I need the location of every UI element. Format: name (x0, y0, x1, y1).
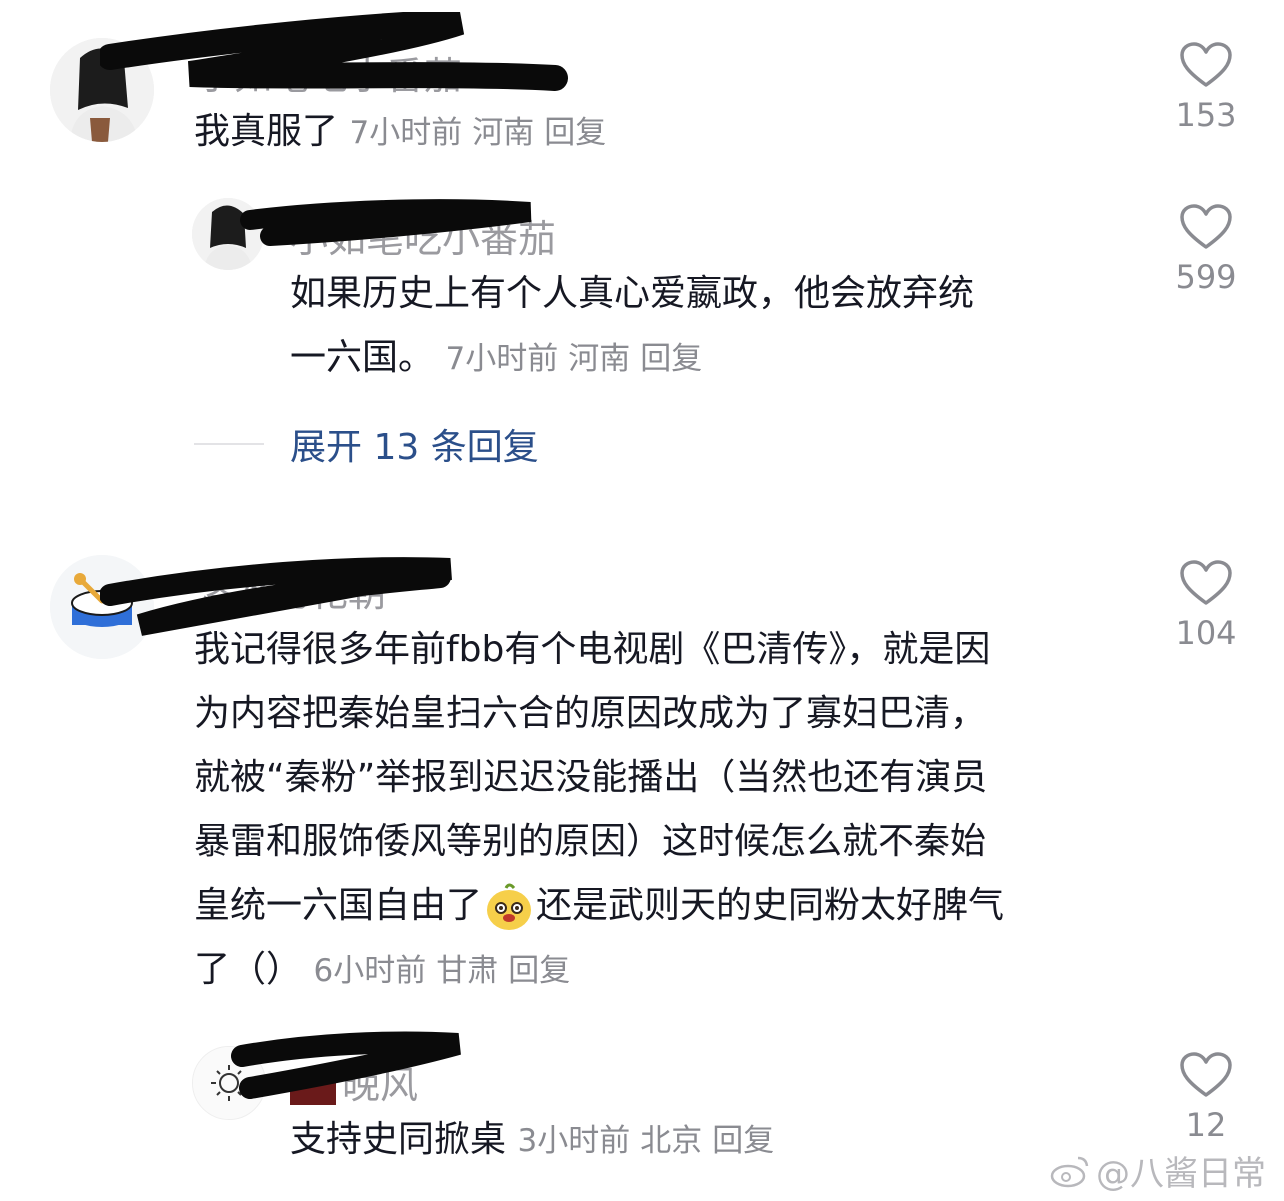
comment-text-line: 暴雷和服饰倭风等别的原因）这时候怎么就不秦始 (194, 821, 987, 862)
comment-text-line: 了（） (194, 949, 303, 990)
heart-outline-icon (1180, 204, 1232, 249)
comment-location: 河南 (472, 115, 535, 151)
like-count: 104 (1175, 614, 1237, 652)
comment-text-line: 如果历史上有个人真心爱嬴政，他会放弃统 (290, 273, 975, 314)
comment-location: 河南 (568, 341, 631, 377)
comment-text-line: 我记得很多年前fbb有个电视剧《巴清传》，就是因 (194, 629, 991, 670)
like-button[interactable]: 599 (1156, 204, 1256, 296)
comment-text-line: 为内容把秦始皇扫六合的原因改成为了寡妇巴清， (194, 693, 987, 734)
comment-text-fragment: 皇统一六国自由了 (194, 885, 483, 926)
comment-text-row: 一六国。 7小时前 河南 回复 (290, 326, 1110, 391)
redaction-scribble (231, 1031, 461, 1099)
fox-face-emoji-icon (487, 883, 532, 930)
comment-text-row: 了（） 6小时前 甘肃 回复 (194, 938, 1154, 1003)
comment-time: 7小时前 (349, 115, 463, 151)
comment-time: 3小时前 (517, 1123, 631, 1159)
heart-outline-icon (1180, 1052, 1232, 1097)
comment-text-line: 就被“秦粉”举报到迟迟没能播出（当然也还有演员 (194, 757, 988, 798)
comment-text-line-with-emoji: 皇统一六国自由了 还是武则天的史同粉太好脾气 (194, 874, 1154, 938)
comment-text: 支持史同掀桌 (290, 1119, 507, 1160)
like-button[interactable]: 12 (1156, 1052, 1256, 1144)
watermark: @八酱日常 (1050, 1146, 1266, 1195)
reply-button[interactable]: 回复 (508, 953, 570, 989)
comment-text-fragment: 还是武则天的史同粉太好脾气 (536, 885, 1005, 926)
reply-button[interactable]: 回复 (544, 115, 606, 151)
expand-replies-label: 展开 13 条回复 (290, 427, 539, 468)
heart-outline-icon (1180, 560, 1232, 605)
redaction-scribble (240, 199, 532, 246)
expand-replies-button[interactable]: 展开 13 条回复 (194, 420, 539, 468)
comment-time: 7小时前 (445, 341, 559, 377)
comment-location: 北京 (640, 1123, 703, 1159)
watermark-text: @八酱日常 (1096, 1154, 1266, 1194)
redaction-scribble (100, 12, 568, 91)
heart-outline-icon (1180, 42, 1232, 87)
comment-text-line: 一六国。 (290, 337, 435, 378)
like-count: 599 (1175, 258, 1237, 296)
like-button[interactable]: 153 (1156, 42, 1256, 134)
like-count: 12 (1185, 1106, 1227, 1144)
like-button[interactable]: 104 (1156, 560, 1256, 652)
comment-text: 我记得很多年前fbb有个电视剧《巴清传》，就是因 为内容把秦始皇扫六合的原因改成… (194, 618, 1154, 1003)
like-count: 153 (1175, 96, 1237, 134)
comment-text: 我真服了 (194, 111, 339, 152)
weibo-logo-icon (1050, 1156, 1089, 1187)
reply-button[interactable]: 回复 (712, 1123, 774, 1159)
comment-time: 6小时前 (313, 953, 427, 989)
comment-text: 如果历史上有个人真心爱嬴政，他会放弃统 一六国。 7小时前 河南 回复 (290, 262, 1110, 391)
reply-button[interactable]: 回复 (640, 341, 702, 377)
comment-location: 甘肃 (436, 953, 499, 989)
comment-text-row: 我真服了 7小时前 河南 回复 (194, 100, 616, 165)
comment-text-row: 支持史同掀桌 3小时前 北京 回复 (290, 1108, 784, 1173)
divider-line (194, 443, 264, 445)
